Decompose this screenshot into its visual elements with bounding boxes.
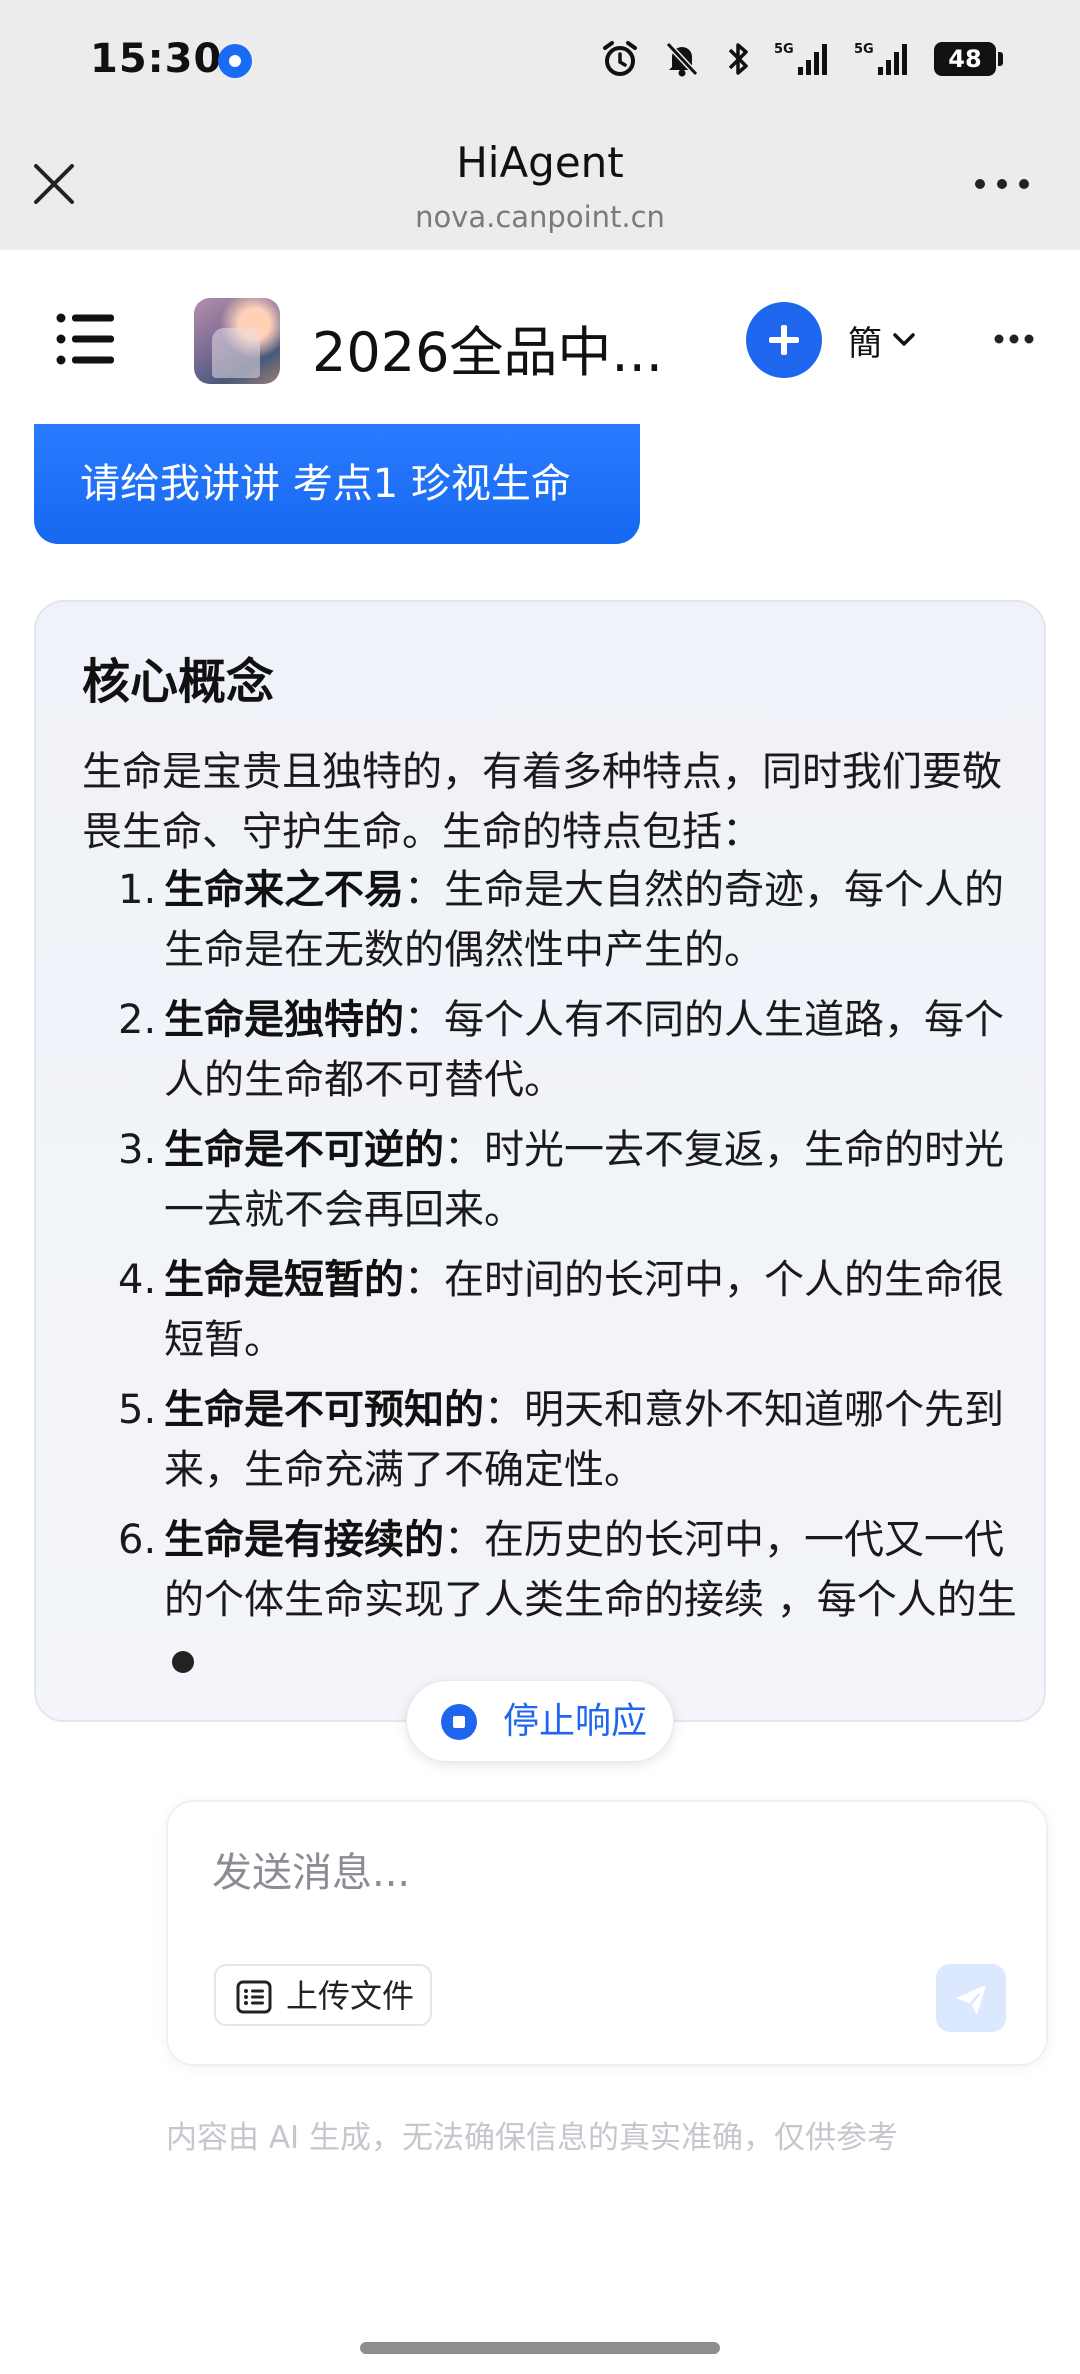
- status-time: 15:30: [90, 36, 223, 82]
- list-item-number: 1.: [118, 867, 157, 913]
- list-item-number: 2.: [118, 997, 157, 1043]
- list-item-term: 生命是有接续的: [164, 1517, 444, 1563]
- answer-intro: 生命是宝贵且独特的，有着多种特点，同时我们要敬畏生命、守护生命。生命的特点包括：: [82, 749, 1002, 855]
- screen: 15:30 5G 5G 48 HiAgent nova.canpoint.cn …: [0, 0, 1080, 2374]
- list-item-term: 生命是不可逆的: [164, 1127, 444, 1173]
- list-item: 2. 生命是独特的：每个人有不同的人生道路，每个人的生命都不可替代。: [82, 990, 1022, 1110]
- message-composer: 上传文件: [166, 1800, 1048, 2066]
- list-item: 4. 生命是短暂的：在时间的长河中，个人的生命很短暂。: [82, 1250, 1022, 1370]
- list-item-number: 5.: [118, 1387, 157, 1433]
- assistant-answer-card: 核心概念 生命是宝贵且独特的，有着多种特点，同时我们要敬畏生命、守护生命。生命的…: [34, 600, 1046, 1722]
- ai-disclaimer: 内容由 AI 生成，无法确保信息的真实准确，仅供参考: [166, 2120, 899, 2156]
- answer-list: 1. 生命来之不易：生命是大自然的奇迹，每个人的生命是在无数的偶然性中产生的。 2…: [82, 860, 1022, 1700]
- alarm-icon: [603, 41, 637, 76]
- browser-page-title: HiAgent: [456, 138, 624, 187]
- language-label: 簡: [848, 323, 882, 364]
- chat-title[interactable]: 2026全品中...: [312, 308, 663, 387]
- more-options-icon[interactable]: [974, 178, 1030, 190]
- list-item: 3. 生命是不可逆的：时光一去不复返，生命的时光一去就不会再回来。: [82, 1120, 1022, 1240]
- upload-file-button[interactable]: 上传文件: [214, 1964, 432, 2026]
- bot-avatar: [194, 298, 280, 384]
- send-icon: [956, 1985, 986, 2015]
- bell-off-icon: [665, 41, 699, 77]
- chevron-down-icon: [893, 333, 915, 346]
- list-item: 5. 生命是不可预知的：明天和意外不知道哪个先到来，生命充满了不确定性。: [82, 1380, 1022, 1500]
- language-switch[interactable]: 簡: [848, 316, 916, 364]
- svg-text:5G: 5G: [774, 42, 794, 57]
- home-indicator[interactable]: [360, 2342, 720, 2354]
- list-item-number: 4.: [118, 1257, 157, 1303]
- signal-5g-icon: 5G: [854, 42, 907, 75]
- list-item: 1. 生命来之不易：生命是大自然的奇迹，每个人的生命是在无数的偶然性中产生的。: [82, 860, 1022, 980]
- stop-response-button[interactable]: 停止响应: [406, 1680, 674, 1762]
- message-input[interactable]: [212, 1838, 992, 1908]
- app-header: 2026全品中... 簡: [0, 250, 1080, 430]
- new-chat-button[interactable]: [746, 302, 822, 378]
- stop-response-label: 停止响应: [503, 1701, 648, 1742]
- stop-icon: [441, 1704, 477, 1740]
- list-item-term: 生命是不可预知的: [164, 1387, 484, 1433]
- typing-cursor-icon: [172, 1651, 194, 1673]
- list-item-term: 生命来之不易: [164, 867, 404, 913]
- list-item-number: 3.: [118, 1127, 157, 1173]
- send-button[interactable]: [936, 1964, 1006, 2032]
- svg-text:5G: 5G: [854, 42, 874, 57]
- more-icon[interactable]: [994, 334, 1034, 344]
- answer-heading: 核心概念: [82, 654, 275, 710]
- list-item-number: 6.: [118, 1517, 157, 1563]
- battery-icon: 48: [934, 42, 1003, 76]
- user-message-bubble: 请给我讲讲 考点1 珍视生命: [34, 424, 640, 544]
- status-icons: 5G 5G 48: [600, 34, 1003, 84]
- upload-file-label: 上传文件: [286, 1977, 415, 2015]
- menu-icon[interactable]: [56, 312, 114, 366]
- list-item-term: 生命是短暂的: [164, 1257, 404, 1303]
- bluetooth-icon: [728, 43, 748, 75]
- app-notification-icon: [218, 44, 252, 78]
- browser-url: nova.canpoint.cn: [415, 200, 665, 234]
- file-list-icon: [236, 1980, 272, 2014]
- list-item-term: 生命是独特的: [164, 997, 404, 1043]
- list-item: 6. 生命是有接续的：在历史的长河中，一代又一代的个体生命实现了人类生命的接续 ，…: [82, 1510, 1022, 1690]
- signal-5g-icon: 5G: [774, 42, 827, 75]
- browser-top-area: 15:30 5G 5G 48 HiAgent nova.canpoint.cn: [0, 0, 1080, 250]
